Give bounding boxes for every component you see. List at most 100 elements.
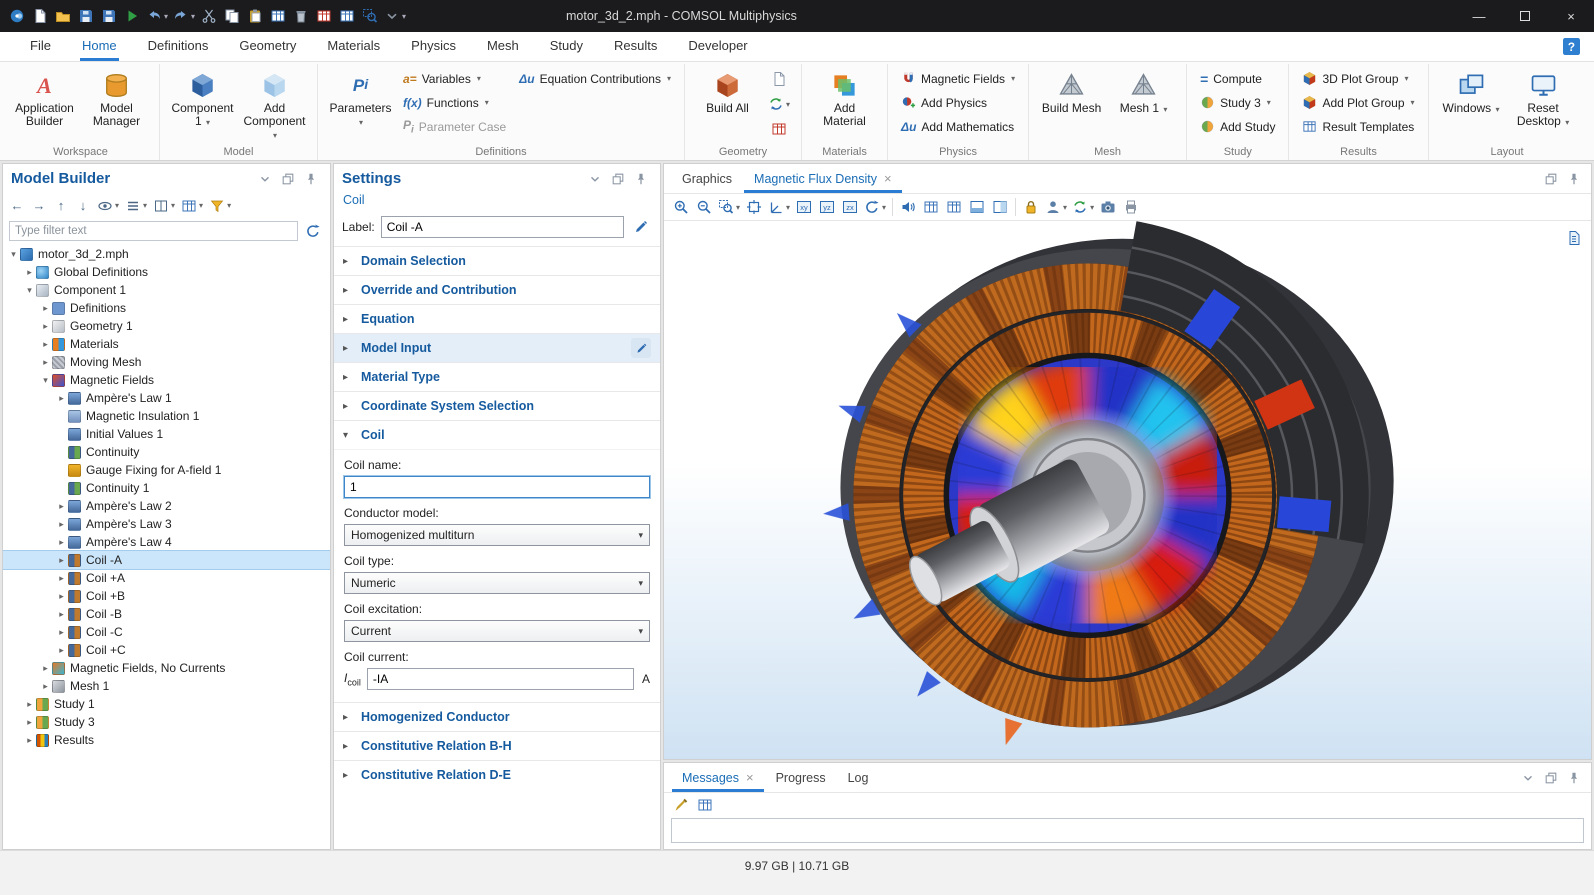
tree-item-global-definitions[interactable]: ▸Global Definitions — [3, 263, 330, 281]
coil-type-select[interactable]: Numeric ▾ — [344, 572, 650, 594]
trash-icon[interactable] — [290, 5, 312, 27]
dock-icon[interactable] — [966, 196, 988, 218]
close-tab-icon[interactable]: × — [746, 771, 754, 784]
chevron-s-icon[interactable] — [254, 168, 276, 190]
chevron-down-icon[interactable]: ▾ — [1405, 74, 1409, 83]
add-component-button[interactable]: Add Component ▾ — [241, 68, 308, 145]
new-file-icon[interactable] — [29, 5, 51, 27]
tree-item-amp-re-s-law-1[interactable]: ▸Ampère's Law 1 — [3, 389, 330, 407]
chevron-down-icon[interactable]: ▾ — [477, 74, 481, 83]
tree-item-coil-c[interactable]: ▸Coil +C — [3, 641, 330, 659]
zoom-in-icon[interactable] — [670, 196, 692, 218]
plot-group-3d-button[interactable]: 3D Plot Group▾ — [1298, 68, 1418, 89]
tree-item-coil-a[interactable]: ▸Coil -A — [3, 551, 330, 569]
tree-item-moving-mesh[interactable]: ▸Moving Mesh — [3, 353, 330, 371]
print-icon[interactable] — [1120, 196, 1142, 218]
dropdown-arrow-icon[interactable]: ▾ — [227, 201, 231, 210]
expand-arrow-icon[interactable]: ▸ — [55, 645, 68, 656]
chevron-s-icon[interactable] — [1517, 767, 1539, 789]
expand-arrow-icon[interactable]: ▸ — [39, 321, 52, 332]
coil-excitation-select[interactable]: Current ▾ — [344, 620, 650, 642]
comsol-logo-icon[interactable] — [6, 5, 28, 27]
menu-physics[interactable]: Physics — [409, 32, 458, 61]
node-text-icon[interactable]: ▾ — [123, 196, 149, 216]
tab-log[interactable]: Log — [838, 763, 879, 792]
section-domain-selection[interactable]: ▸ Domain Selection — [334, 246, 660, 275]
expand-arrow-icon[interactable]: ▸ — [39, 357, 52, 368]
table-icon[interactable] — [267, 5, 289, 27]
expand-arrow-icon[interactable]: ▸ — [23, 267, 36, 278]
dropdown-arrow-icon[interactable]: ▾ — [882, 203, 886, 212]
messages-content[interactable] — [671, 818, 1584, 843]
tree-item-coil-a[interactable]: ▸Coil +A — [3, 569, 330, 587]
tab-magnetic-flux-density[interactable]: Magnetic Flux Density × — [744, 164, 902, 193]
maximize-button[interactable] — [1502, 0, 1548, 32]
float-icon[interactable] — [607, 168, 629, 190]
move-down-icon[interactable]: ↓ — [73, 196, 93, 216]
default-view-icon[interactable] — [743, 196, 765, 218]
node-grid-icon[interactable]: ▾ — [179, 196, 205, 216]
section-override-and-contribution[interactable]: ▸ Override and Contribution — [334, 275, 660, 304]
tab-messages[interactable]: Messages × — [672, 763, 764, 792]
forward-icon[interactable]: → — [29, 196, 49, 216]
tree-item-magnetic-insulation-1[interactable]: Magnetic Insulation 1 — [3, 407, 330, 425]
chevron-down-icon[interactable]: ▾ — [1011, 74, 1015, 83]
view-zx-icon[interactable] — [839, 196, 861, 218]
table-icon[interactable] — [694, 794, 716, 816]
section-constitutive-relation-bh[interactable]: ▸ Constitutive Relation B-H — [334, 731, 660, 760]
component-button[interactable]: Component 1 ▾ — [169, 68, 236, 132]
brush-icon[interactable] — [670, 794, 692, 816]
label-input[interactable] — [381, 216, 624, 238]
chevron-down-icon[interactable]: ▾ — [1267, 98, 1271, 107]
view-yz-icon[interactable] — [816, 196, 838, 218]
tree-item-amp-re-s-law-4[interactable]: ▸Ampère's Law 4 — [3, 533, 330, 551]
application-builder-button[interactable]: A Application Builder — [11, 68, 78, 131]
chevron-down-icon[interactable]: ▾ — [359, 118, 363, 127]
dropdown-arrow-icon[interactable]: ▾ — [115, 201, 119, 210]
menu-file[interactable]: File — [28, 32, 53, 61]
functions-button[interactable]: f(x) Functions▾ — [399, 92, 510, 113]
study3-button[interactable]: Study 3▾ — [1196, 92, 1279, 113]
chevron-s-icon[interactable] — [584, 168, 606, 190]
expand-arrow-icon[interactable]: ▸ — [39, 303, 52, 314]
section-coil[interactable]: ▾ Coil — [334, 420, 660, 449]
float-icon[interactable] — [277, 168, 299, 190]
tree-item-gauge-fixing-for-a-field-1[interactable]: Gauge Fixing for A-field 1 — [3, 461, 330, 479]
expand-arrow-icon[interactable]: ▸ — [23, 717, 36, 728]
expand-arrow-icon[interactable]: ▸ — [55, 519, 68, 530]
expand-arrow-icon[interactable]: ▸ — [39, 681, 52, 692]
section-model-input[interactable]: ▸ Model Input — [334, 333, 660, 362]
menu-developer[interactable]: Developer — [686, 32, 749, 61]
cut-icon[interactable] — [198, 5, 220, 27]
chevron-down-icon[interactable]: ▾ — [1411, 98, 1415, 107]
menu-study[interactable]: Study — [548, 32, 585, 61]
chevron-down-icon[interactable]: ▾ — [667, 74, 671, 83]
chevron-down-icon[interactable]: ▾ — [1565, 118, 1569, 127]
camera-icon[interactable] — [1097, 196, 1119, 218]
customize-icon[interactable]: ▾ — [382, 5, 408, 27]
reset-desktop-button[interactable]: Reset Desktop ▾ — [1510, 68, 1577, 132]
menu-results[interactable]: Results — [612, 32, 659, 61]
conductor-model-select[interactable]: Homogenized multiturn ▾ — [344, 524, 650, 546]
model-manager-button[interactable]: Model Manager — [83, 68, 150, 131]
speaker-icon[interactable] — [897, 196, 919, 218]
expand-arrow-icon[interactable]: ▸ — [55, 627, 68, 638]
add-study-button[interactable]: Add Study — [1196, 116, 1279, 137]
chevron-down-icon[interactable]: ▾ — [1163, 105, 1167, 114]
tab-progress[interactable]: Progress — [766, 763, 836, 792]
collapse-arrow-icon[interactable]: ▾ — [7, 249, 20, 260]
undo-icon[interactable]: ▾ — [144, 5, 170, 27]
tree-item-coil-c[interactable]: ▸Coil -C — [3, 623, 330, 641]
section-homogenized-conductor[interactable]: ▸ Homogenized Conductor — [334, 702, 660, 731]
dropdown-arrow-icon[interactable]: ▾ — [402, 12, 406, 21]
mesh1-button[interactable]: Mesh 1 ▾ — [1110, 68, 1177, 119]
menu-definitions[interactable]: Definitions — [146, 32, 211, 61]
expand-arrow-icon[interactable]: ▸ — [23, 735, 36, 746]
chevron-down-icon[interactable]: ▾ — [206, 118, 210, 127]
filter-icon[interactable]: ▾ — [207, 196, 233, 216]
redo-icon[interactable]: ▾ — [171, 5, 197, 27]
float-icon[interactable] — [1540, 168, 1562, 190]
expand-arrow-icon[interactable]: ▸ — [55, 537, 68, 548]
chevron-down-icon[interactable]: ▾ — [1496, 105, 1500, 114]
lock-icon[interactable] — [1020, 196, 1042, 218]
